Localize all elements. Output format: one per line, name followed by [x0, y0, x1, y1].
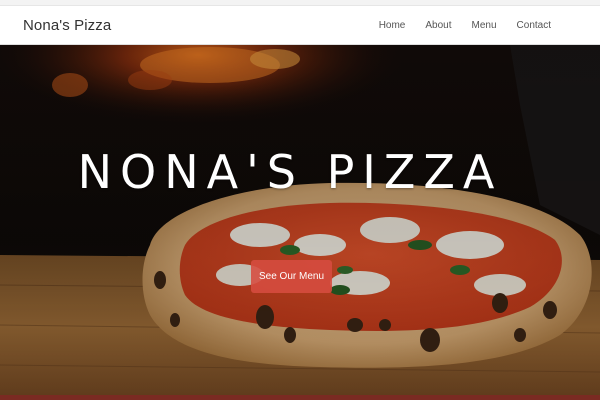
nav-links: Home About Menu Contact: [379, 6, 551, 44]
nav-link-contact[interactable]: Contact: [517, 20, 551, 31]
nav-link-home[interactable]: Home: [379, 20, 406, 31]
nav-link-about[interactable]: About: [425, 20, 451, 31]
hero-title: NONA'S PIZZA: [77, 145, 503, 199]
see-menu-button[interactable]: See Our Menu: [251, 260, 332, 293]
bottom-edge: [0, 395, 600, 400]
pizza-photo: [0, 45, 600, 400]
hero-section: NONA'S PIZZA See Our Menu: [0, 45, 600, 400]
brand-link[interactable]: Nona's Pizza: [23, 17, 111, 34]
navbar: Nona's Pizza Home About Menu Contact: [0, 6, 600, 45]
page: Nona's Pizza Home About Menu Contact NON…: [0, 0, 600, 400]
nav-link-menu[interactable]: Menu: [472, 20, 497, 31]
